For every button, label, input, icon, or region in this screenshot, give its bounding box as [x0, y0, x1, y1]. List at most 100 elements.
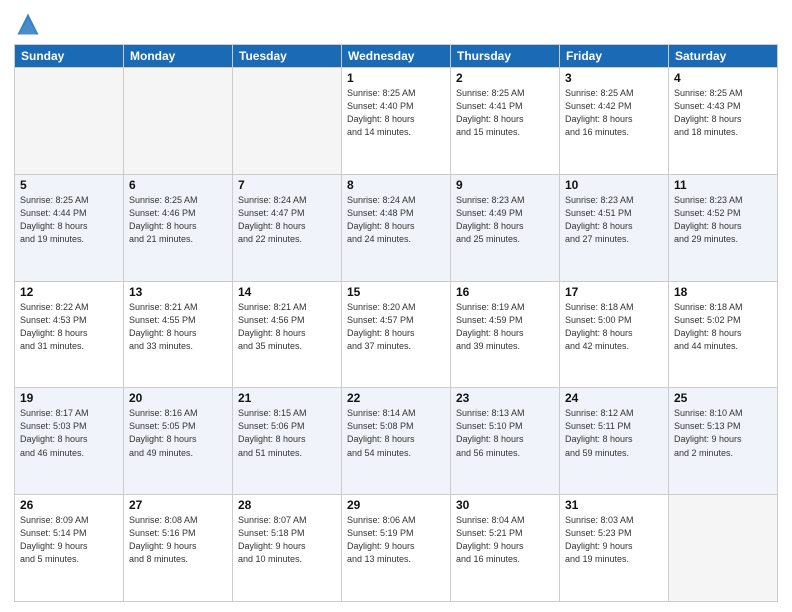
calendar-cell: 30 Sunrise: 8:04 AM Sunset: 5:21 PM Dayli… — [451, 495, 560, 602]
weekday-header-monday: Monday — [124, 45, 233, 68]
page: SundayMondayTuesdayWednesdayThursdayFrid… — [0, 0, 792, 612]
day-number: 20 — [129, 391, 227, 405]
day-info: Sunrise: 8:08 AM Sunset: 5:16 PM Dayligh… — [129, 514, 227, 566]
day-info: Sunrise: 8:03 AM Sunset: 5:23 PM Dayligh… — [565, 514, 663, 566]
day-info: Sunrise: 8:25 AM Sunset: 4:46 PM Dayligh… — [129, 194, 227, 246]
calendar-cell: 7Sunrise: 8:24 AM Sunset: 4:47 PM Daylig… — [233, 174, 342, 281]
day-number: 3 — [565, 71, 663, 85]
day-info: Sunrise: 8:20 AM Sunset: 4:57 PM Dayligh… — [347, 301, 445, 353]
day-info: Sunrise: 8:25 AM Sunset: 4:42 PM Dayligh… — [565, 87, 663, 139]
logo — [14, 10, 46, 38]
weekday-header-wednesday: Wednesday — [342, 45, 451, 68]
day-number: 2 — [456, 71, 554, 85]
day-info: Sunrise: 8:10 AM Sunset: 5:13 PM Dayligh… — [674, 407, 772, 459]
day-number: 28 — [238, 498, 336, 512]
weekday-header-thursday: Thursday — [451, 45, 560, 68]
logo-icon — [14, 10, 42, 38]
day-info: Sunrise: 8:24 AM Sunset: 4:48 PM Dayligh… — [347, 194, 445, 246]
day-number: 4 — [674, 71, 772, 85]
day-number: 27 — [129, 498, 227, 512]
calendar-week-row: 1Sunrise: 8:25 AM Sunset: 4:40 PM Daylig… — [15, 68, 778, 175]
day-number: 10 — [565, 178, 663, 192]
day-number: 25 — [674, 391, 772, 405]
calendar-cell: 22 Sunrise: 8:14 AM Sunset: 5:08 PM Dayli… — [342, 388, 451, 495]
day-number: 16 — [456, 285, 554, 299]
day-info: Sunrise: 8:15 AM Sunset: 5:06 PM Dayligh… — [238, 407, 336, 459]
calendar-cell: 12 Sunrise: 8:22 AM Sunset: 4:53 PM Dayli… — [15, 281, 124, 388]
day-info: Sunrise: 8:07 AM Sunset: 5:18 PM Dayligh… — [238, 514, 336, 566]
calendar-cell: 26 Sunrise: 8:09 AM Sunset: 5:14 PM Dayli… — [15, 495, 124, 602]
calendar-cell — [124, 68, 233, 175]
calendar-cell: 24 Sunrise: 8:12 AM Sunset: 5:11 PM Dayli… — [560, 388, 669, 495]
day-info: Sunrise: 8:12 AM Sunset: 5:11 PM Dayligh… — [565, 407, 663, 459]
day-number: 29 — [347, 498, 445, 512]
calendar-cell: 1Sunrise: 8:25 AM Sunset: 4:40 PM Daylig… — [342, 68, 451, 175]
day-number: 22 — [347, 391, 445, 405]
day-info: Sunrise: 8:22 AM Sunset: 4:53 PM Dayligh… — [20, 301, 118, 353]
calendar-cell: 23Sunrise: 8:13 AM Sunset: 5:10 PM Dayli… — [451, 388, 560, 495]
calendar-cell: 13Sunrise: 8:21 AM Sunset: 4:55 PM Dayli… — [124, 281, 233, 388]
day-info: Sunrise: 8:06 AM Sunset: 5:19 PM Dayligh… — [347, 514, 445, 566]
calendar-cell: 8Sunrise: 8:24 AM Sunset: 4:48 PM Daylig… — [342, 174, 451, 281]
day-number: 24 — [565, 391, 663, 405]
day-info: Sunrise: 8:21 AM Sunset: 4:56 PM Dayligh… — [238, 301, 336, 353]
day-info: Sunrise: 8:25 AM Sunset: 4:41 PM Dayligh… — [456, 87, 554, 139]
day-number: 26 — [20, 498, 118, 512]
calendar-cell: 15 Sunrise: 8:20 AM Sunset: 4:57 PM Dayli… — [342, 281, 451, 388]
day-number: 6 — [129, 178, 227, 192]
calendar-cell: 18Sunrise: 8:18 AM Sunset: 5:02 PM Dayli… — [669, 281, 778, 388]
weekday-header-tuesday: Tuesday — [233, 45, 342, 68]
day-number: 23 — [456, 391, 554, 405]
day-number: 5 — [20, 178, 118, 192]
calendar-cell: 16 Sunrise: 8:19 AM Sunset: 4:59 PM Dayli… — [451, 281, 560, 388]
calendar-week-row: 26 Sunrise: 8:09 AM Sunset: 5:14 PM Dayli… — [15, 495, 778, 602]
day-number: 21 — [238, 391, 336, 405]
calendar-cell: 28 Sunrise: 8:07 AM Sunset: 5:18 PM Dayli… — [233, 495, 342, 602]
weekday-header-friday: Friday — [560, 45, 669, 68]
calendar-cell: 31 Sunrise: 8:03 AM Sunset: 5:23 PM Dayli… — [560, 495, 669, 602]
weekday-header-sunday: Sunday — [15, 45, 124, 68]
day-number: 1 — [347, 71, 445, 85]
calendar-cell: 10Sunrise: 8:23 AM Sunset: 4:51 PM Dayli… — [560, 174, 669, 281]
calendar-week-row: 5Sunrise: 8:25 AM Sunset: 4:44 PM Daylig… — [15, 174, 778, 281]
calendar-cell: 3 Sunrise: 8:25 AM Sunset: 4:42 PM Daylig… — [560, 68, 669, 175]
calendar-cell — [15, 68, 124, 175]
calendar-cell: 4 Sunrise: 8:25 AM Sunset: 4:43 PM Daylig… — [669, 68, 778, 175]
calendar-cell — [233, 68, 342, 175]
day-info: Sunrise: 8:04 AM Sunset: 5:21 PM Dayligh… — [456, 514, 554, 566]
day-info: Sunrise: 8:14 AM Sunset: 5:08 PM Dayligh… — [347, 407, 445, 459]
day-info: Sunrise: 8:16 AM Sunset: 5:05 PM Dayligh… — [129, 407, 227, 459]
day-number: 30 — [456, 498, 554, 512]
calendar-table: SundayMondayTuesdayWednesdayThursdayFrid… — [14, 44, 778, 602]
calendar-cell: 19Sunrise: 8:17 AM Sunset: 5:03 PM Dayli… — [15, 388, 124, 495]
day-number: 15 — [347, 285, 445, 299]
day-info: Sunrise: 8:09 AM Sunset: 5:14 PM Dayligh… — [20, 514, 118, 566]
day-number: 11 — [674, 178, 772, 192]
calendar-cell: 25 Sunrise: 8:10 AM Sunset: 5:13 PM Dayli… — [669, 388, 778, 495]
calendar-cell: 6 Sunrise: 8:25 AM Sunset: 4:46 PM Daylig… — [124, 174, 233, 281]
calendar-cell: 2 Sunrise: 8:25 AM Sunset: 4:41 PM Daylig… — [451, 68, 560, 175]
day-number: 9 — [456, 178, 554, 192]
day-number: 19 — [20, 391, 118, 405]
calendar-cell: 29 Sunrise: 8:06 AM Sunset: 5:19 PM Dayli… — [342, 495, 451, 602]
weekday-header-saturday: Saturday — [669, 45, 778, 68]
calendar-week-row: 19Sunrise: 8:17 AM Sunset: 5:03 PM Dayli… — [15, 388, 778, 495]
day-info: Sunrise: 8:19 AM Sunset: 4:59 PM Dayligh… — [456, 301, 554, 353]
calendar-cell: 17Sunrise: 8:18 AM Sunset: 5:00 PM Dayli… — [560, 281, 669, 388]
day-number: 31 — [565, 498, 663, 512]
calendar-cell: 11 Sunrise: 8:23 AM Sunset: 4:52 PM Dayli… — [669, 174, 778, 281]
day-number: 12 — [20, 285, 118, 299]
calendar-cell: 14Sunrise: 8:21 AM Sunset: 4:56 PM Dayli… — [233, 281, 342, 388]
calendar-cell: 5Sunrise: 8:25 AM Sunset: 4:44 PM Daylig… — [15, 174, 124, 281]
header — [14, 10, 778, 38]
day-info: Sunrise: 8:23 AM Sunset: 4:52 PM Dayligh… — [674, 194, 772, 246]
calendar-cell: 20 Sunrise: 8:16 AM Sunset: 5:05 PM Dayli… — [124, 388, 233, 495]
day-info: Sunrise: 8:24 AM Sunset: 4:47 PM Dayligh… — [238, 194, 336, 246]
calendar-week-row: 12 Sunrise: 8:22 AM Sunset: 4:53 PM Dayli… — [15, 281, 778, 388]
day-info: Sunrise: 8:18 AM Sunset: 5:00 PM Dayligh… — [565, 301, 663, 353]
day-number: 13 — [129, 285, 227, 299]
calendar-cell — [669, 495, 778, 602]
day-info: Sunrise: 8:25 AM Sunset: 4:43 PM Dayligh… — [674, 87, 772, 139]
day-info: Sunrise: 8:18 AM Sunset: 5:02 PM Dayligh… — [674, 301, 772, 353]
calendar-cell: 9Sunrise: 8:23 AM Sunset: 4:49 PM Daylig… — [451, 174, 560, 281]
